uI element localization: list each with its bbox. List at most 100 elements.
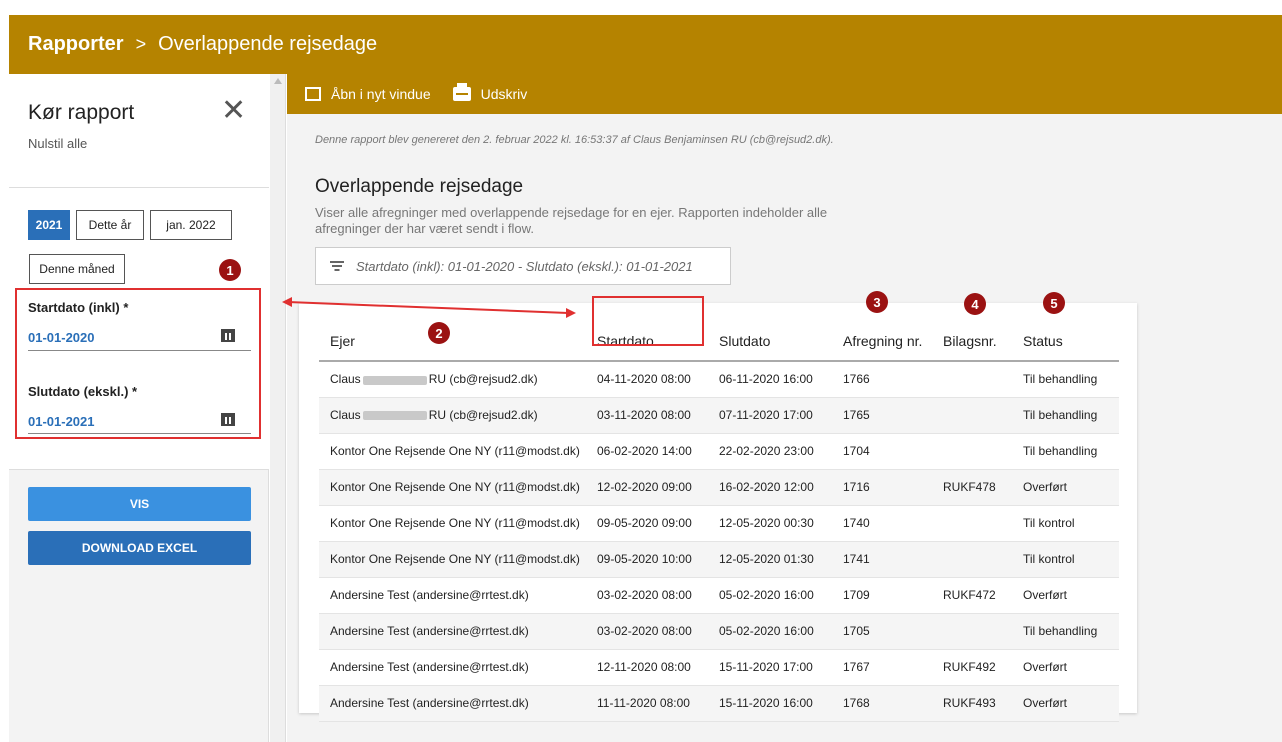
date-fields-highlight xyxy=(15,288,261,439)
chip-jan-2022[interactable]: jan. 2022 xyxy=(150,210,232,240)
cell-start-date: 03-02-2020 08:00 xyxy=(586,577,708,614)
report-toolbar: Åbn i nyt vindue Udskriv xyxy=(287,74,1282,114)
sidebar-header: Kør rapport ✕ Nulstil alle xyxy=(9,74,269,188)
cell-status: Overført xyxy=(1012,649,1119,686)
annotation-badge-2: 2 xyxy=(428,322,450,344)
sidebar-title: Kør rapport xyxy=(28,101,135,124)
cell-owner: Kontor One Rejsende One NY (r11@modst.dk… xyxy=(319,505,586,542)
print-button[interactable]: Udskriv xyxy=(452,83,528,102)
col-end-date[interactable]: Slutdato xyxy=(708,321,832,362)
table-row[interactable]: Claus RU (cb@rejsud2.dk) 04-11-2020 08:00 0… xyxy=(319,361,1119,398)
table-row[interactable]: Andersine Test (andersine@rrtest.dk) 12-1… xyxy=(319,649,1119,686)
cell-owner: Andersine Test (andersine@rrtest.dk) xyxy=(319,685,586,722)
cell-settlement-nr: 1767 xyxy=(832,649,932,686)
chip-year-2021[interactable]: 2021 xyxy=(28,210,70,240)
owner-name: Kontor One Rejsende One NY (r11@modst.dk… xyxy=(330,552,580,566)
cell-start-date: 03-02-2020 08:00 xyxy=(586,613,708,650)
table-row[interactable]: Kontor One Rejsende One NY (r11@modst.dk… xyxy=(319,469,1119,506)
col-status[interactable]: Status xyxy=(1012,321,1119,362)
cell-owner: Claus RU (cb@rejsud2.dk) xyxy=(319,397,586,434)
cell-settlement-nr: 1705 xyxy=(832,613,932,650)
download-excel-button[interactable]: DOWNLOAD EXCEL xyxy=(28,531,251,565)
reset-all-link[interactable]: Nulstil alle xyxy=(28,136,87,151)
chip-this-month[interactable]: Denne måned xyxy=(29,254,125,284)
cell-voucher-nr xyxy=(932,361,1012,398)
sidebar-scrollbar[interactable] xyxy=(270,74,286,742)
chip-this-year[interactable]: Dette år xyxy=(76,210,144,240)
cell-voucher-nr xyxy=(932,397,1012,434)
cell-status: Til kontrol xyxy=(1012,505,1119,542)
close-icon[interactable]: ✕ xyxy=(221,96,246,126)
cell-end-date: 22-02-2020 23:00 xyxy=(708,433,832,470)
cell-voucher-nr xyxy=(932,433,1012,470)
table-row[interactable]: Kontor One Rejsende One NY (r11@modst.dk… xyxy=(319,505,1119,542)
cell-start-date: 06-02-2020 14:00 xyxy=(586,433,708,470)
cell-voucher-nr xyxy=(932,613,1012,650)
table-row[interactable]: Andersine Test (andersine@rrtest.dk) 03-0… xyxy=(319,577,1119,614)
owner-name: Claus xyxy=(330,372,361,387)
owner-name: Andersine Test (andersine@rrtest.dk) xyxy=(330,588,529,602)
annotation-badge-5: 5 xyxy=(1043,292,1065,314)
report-title: Overlappende rejsedage xyxy=(315,176,524,197)
col-owner[interactable]: Ejer xyxy=(319,321,586,362)
cell-settlement-nr: 1709 xyxy=(832,577,932,614)
cell-start-date: 09-05-2020 10:00 xyxy=(586,541,708,578)
owner-name: Kontor One Rejsende One NY (r11@modst.dk… xyxy=(330,480,580,494)
cell-start-date: 04-11-2020 08:00 xyxy=(586,361,708,398)
cell-end-date: 05-02-2020 16:00 xyxy=(708,613,832,650)
breadcrumb-current-page: Overlappende rejsedage xyxy=(158,33,378,55)
annotation-badge-3: 3 xyxy=(866,291,888,313)
top-margin xyxy=(0,0,1282,15)
col-settlement-nr[interactable]: Afregning nr. xyxy=(832,321,932,362)
redacted-surname xyxy=(362,411,427,421)
open-new-window-button[interactable]: Åbn i nyt vindue xyxy=(305,86,431,102)
cell-voucher-nr: RUKF492 xyxy=(932,649,1012,686)
cell-settlement-nr: 1716 xyxy=(832,469,932,506)
breadcrumb-root[interactable]: Rapporter xyxy=(28,33,124,56)
generated-note: Denne rapport blev genereret den 2. febr… xyxy=(315,134,834,146)
cell-start-date: 03-11-2020 08:00 xyxy=(586,397,708,434)
annotation-badge-1: 1 xyxy=(219,259,241,281)
filter-text: Startdato (inkl): 01-01-2020 - Slutdato … xyxy=(356,258,693,274)
cell-start-date: 12-11-2020 08:00 xyxy=(586,649,708,686)
owner-email: RU (cb@rejsud2.dk) xyxy=(428,408,538,422)
table-row[interactable]: Kontor One Rejsende One NY (r11@modst.dk… xyxy=(319,433,1119,470)
show-button[interactable]: VIS xyxy=(28,487,251,521)
print-label: Udskriv xyxy=(480,86,528,102)
annotation-badge-4: 4 xyxy=(964,293,986,315)
cell-status: Til behandling xyxy=(1012,397,1119,434)
start-date-column-highlight xyxy=(592,296,704,346)
cell-status: Til behandling xyxy=(1012,361,1119,398)
redacted-surname xyxy=(362,375,427,385)
table-row[interactable]: Andersine Test (andersine@rrtest.dk) 03-0… xyxy=(319,613,1119,650)
cell-end-date: 15-11-2020 16:00 xyxy=(708,685,832,722)
cell-owner: Kontor One Rejsende One NY (r11@modst.dk… xyxy=(319,541,586,578)
cell-settlement-nr: 1768 xyxy=(832,685,932,722)
scroll-up-icon[interactable] xyxy=(274,78,282,84)
cell-end-date: 16-02-2020 12:00 xyxy=(708,469,832,506)
table-row[interactable]: Claus RU (cb@rejsud2.dk) 03-11-2020 08:00 0… xyxy=(319,397,1119,434)
cell-start-date: 11-11-2020 08:00 xyxy=(586,685,708,722)
cell-status: Overført xyxy=(1012,469,1119,506)
cell-settlement-nr: 1740 xyxy=(832,505,932,542)
col-voucher-nr[interactable]: Bilagsnr. xyxy=(932,321,1012,362)
owner-name: Andersine Test (andersine@rrtest.dk) xyxy=(330,660,529,674)
cell-owner: Andersine Test (andersine@rrtest.dk) xyxy=(319,613,586,650)
report-table-card: Ejer Startdato Slutdato Afregning nr. Bi… xyxy=(299,303,1137,722)
owner-name: Kontor One Rejsende One NY (r11@modst.dk… xyxy=(330,516,580,530)
owner-email: RU (cb@rejsud2.dk) xyxy=(428,372,538,387)
cell-settlement-nr: 1741 xyxy=(832,541,932,578)
cell-voucher-nr xyxy=(932,541,1012,578)
report-content: Denne rapport blev genereret den 2. febr… xyxy=(287,114,1282,742)
cell-voucher-nr: RUKF472 xyxy=(932,577,1012,614)
table-row[interactable]: Kontor One Rejsende One NY (r11@modst.dk… xyxy=(319,541,1119,578)
cell-owner: Kontor One Rejsende One NY (r11@modst.dk… xyxy=(319,469,586,506)
active-filter-summary[interactable]: Startdato (inkl): 01-01-2020 - Slutdato … xyxy=(315,247,731,285)
cell-settlement-nr: 1704 xyxy=(832,433,932,470)
cell-status: Til behandling xyxy=(1012,433,1119,470)
cell-owner: Kontor One Rejsende One NY (r11@modst.dk… xyxy=(319,433,586,470)
cell-status: Til kontrol xyxy=(1012,541,1119,578)
report-description: Viser alle afregninger med overlappende … xyxy=(315,205,828,236)
table-row[interactable]: Andersine Test (andersine@rrtest.dk) 11-1… xyxy=(319,685,1119,722)
cell-end-date: 07-11-2020 17:00 xyxy=(708,397,832,434)
